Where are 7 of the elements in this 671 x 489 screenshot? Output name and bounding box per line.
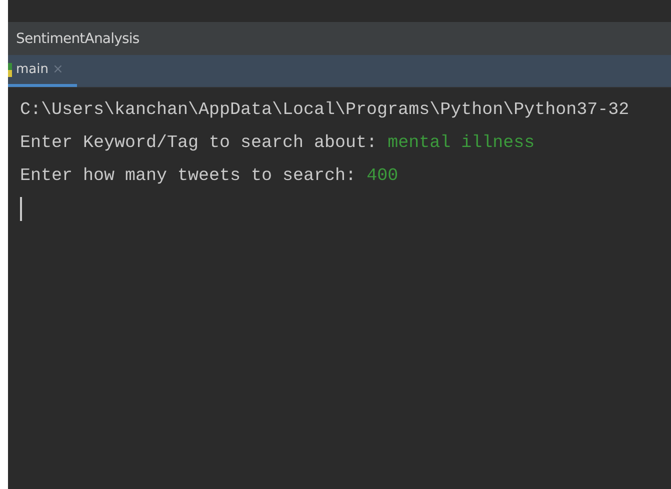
- console-prompt: Enter how many tweets to search:: [20, 166, 358, 186]
- text-cursor: [20, 197, 22, 221]
- console-output: C:\Users\kanchan\AppData\Local\Programs\Python\Python37-32: [20, 99, 630, 122]
- typed-text: 400: [366, 166, 398, 186]
- console-prompt: Enter Keyword/Tag to search about:: [20, 133, 378, 153]
- window-title: SentimentAnalysis: [16, 30, 140, 46]
- typed-text: mental illness: [388, 133, 535, 153]
